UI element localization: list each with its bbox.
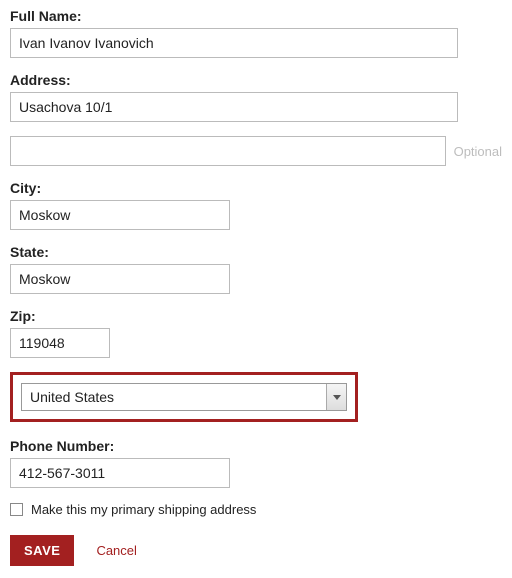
chevron-down-icon — [333, 395, 341, 400]
phone-label: Phone Number: — [10, 438, 502, 454]
optional-hint: Optional — [454, 144, 502, 159]
country-select[interactable]: United States — [21, 383, 347, 411]
address-label: Address: — [10, 72, 502, 88]
zip-label: Zip: — [10, 308, 502, 324]
address-line1-input[interactable] — [10, 92, 458, 122]
country-select-button[interactable] — [326, 384, 346, 410]
zip-input[interactable] — [10, 328, 110, 358]
phone-input[interactable] — [10, 458, 230, 488]
city-input[interactable] — [10, 200, 230, 230]
full-name-label: Full Name: — [10, 8, 502, 24]
state-input[interactable] — [10, 264, 230, 294]
city-label: City: — [10, 180, 502, 196]
cancel-link[interactable]: Cancel — [96, 543, 136, 558]
save-button[interactable]: SAVE — [10, 535, 74, 566]
country-highlight-box: United States — [10, 372, 358, 422]
primary-address-checkbox-label: Make this my primary shipping address — [31, 502, 256, 517]
state-label: State: — [10, 244, 502, 260]
country-select-value: United States — [22, 384, 326, 410]
address-line2-input[interactable] — [10, 136, 446, 166]
full-name-input[interactable] — [10, 28, 458, 58]
primary-address-checkbox[interactable] — [10, 503, 23, 516]
